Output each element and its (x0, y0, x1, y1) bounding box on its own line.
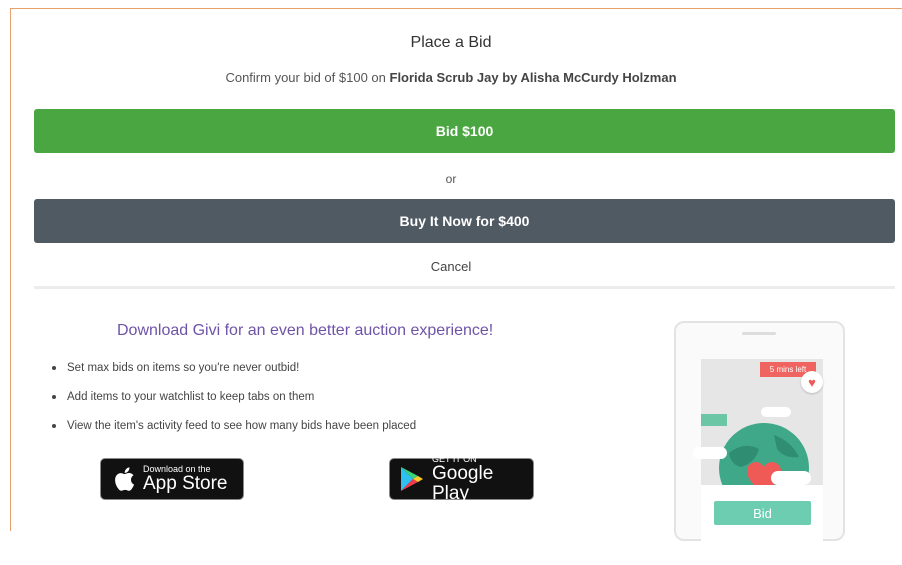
phone-speaker (742, 332, 776, 335)
google-play-icon (400, 466, 424, 492)
phone-screen: 5 mins left ♥ (693, 359, 823, 565)
or-separator: or (445, 172, 457, 186)
bid-button[interactable]: Bid $100 (34, 109, 895, 153)
apple-icon (113, 466, 135, 492)
cloud-shape (771, 471, 811, 485)
google-play-button[interactable]: GET IT ON Google Play (389, 454, 534, 504)
cloud-shape (693, 447, 727, 459)
cancel-link[interactable]: Cancel (0, 259, 902, 274)
feature-list: Set max bids on items so you're never ou… (52, 361, 416, 448)
watchlist-heart-icon: ♥ (801, 371, 823, 393)
app-store-big-text: App Store (143, 473, 228, 494)
app-store-button[interactable]: Download on the App Store (100, 458, 244, 500)
google-play-big-text: Google Play (432, 463, 494, 504)
section-divider (34, 286, 895, 289)
dialog-title: Place a Bid (410, 34, 492, 51)
buy-now-button[interactable]: Buy It Now for $400 (34, 199, 895, 243)
confirm-text: Confirm your bid of $100 on Florida Scru… (0, 70, 902, 85)
feature-item: View the item's activity feed to see how… (52, 419, 416, 448)
feature-item: Set max bids on items so you're never ou… (52, 361, 416, 390)
phone-illustration: 5 mins left ♥ Bid (674, 321, 845, 565)
promo-title: Download Givi for an even better auction… (117, 322, 494, 339)
item-name: Florida Scrub Jay by Alisha McCurdy Holz… (389, 70, 677, 85)
phone-card (701, 485, 823, 565)
phone-bid-button: Bid (714, 501, 811, 525)
confirm-prefix: Confirm your bid of $100 on (225, 70, 390, 85)
feature-item: Add items to your watchlist to keep tabs… (52, 390, 416, 419)
cloud-shape (761, 407, 791, 417)
price-tag (701, 414, 727, 426)
